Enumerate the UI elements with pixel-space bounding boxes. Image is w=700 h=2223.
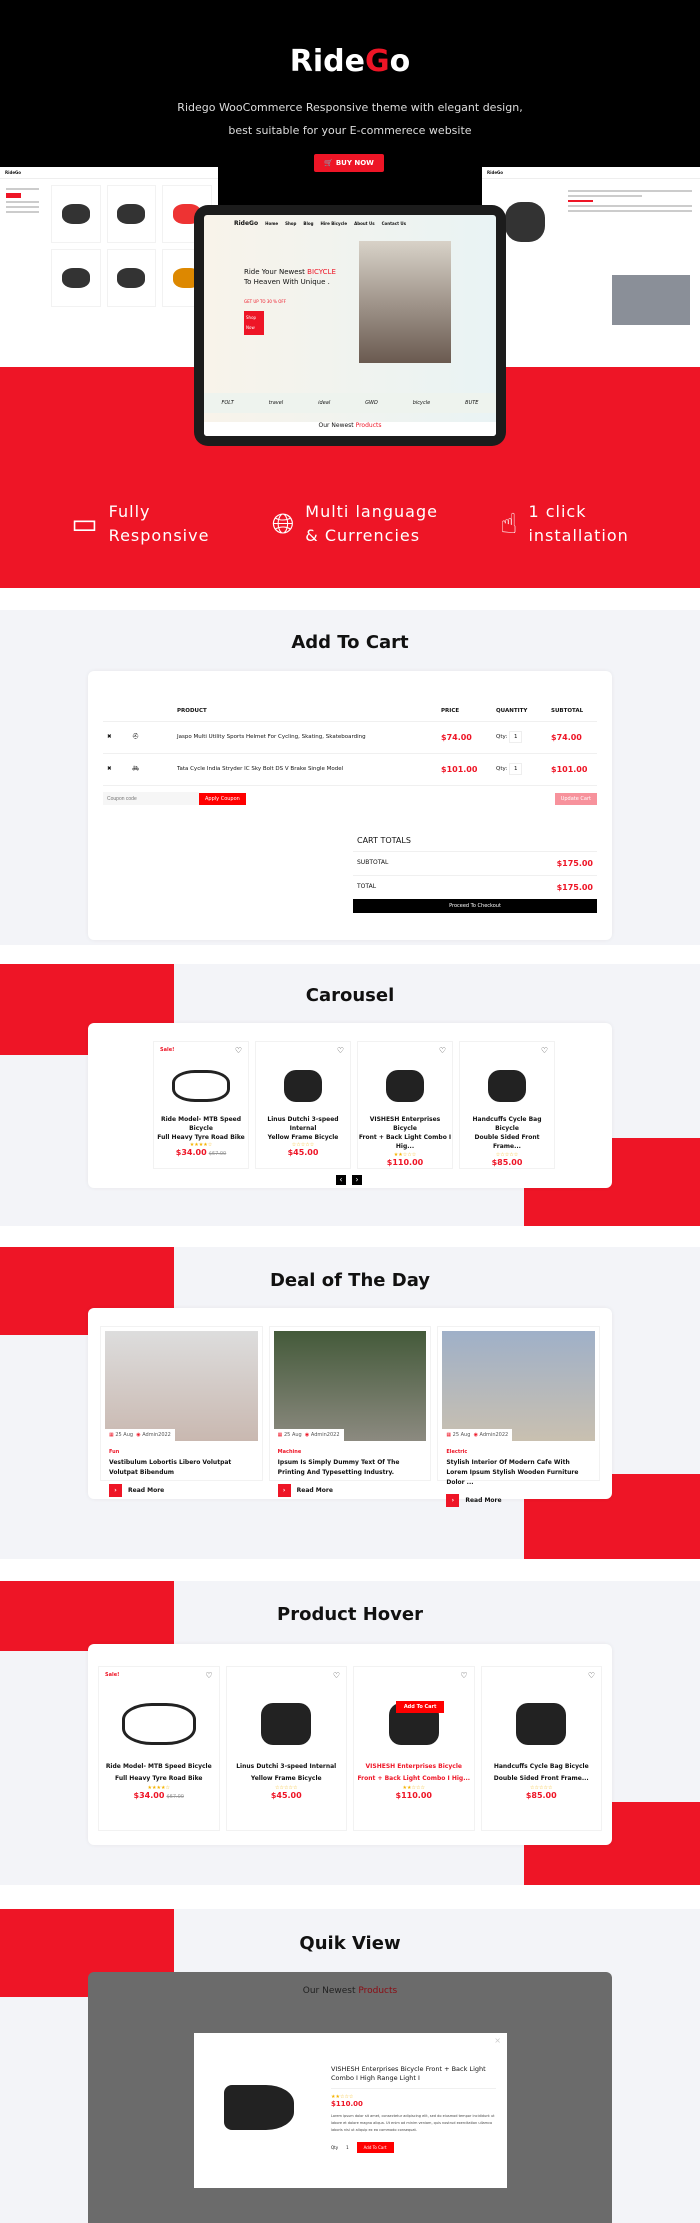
product-image	[377, 1687, 451, 1761]
remove-icon[interactable]: ✖	[103, 721, 128, 754]
calendar-icon: ▦	[277, 1432, 283, 1438]
features-row: ▭ Fully Responsive 🌐︎ Multi language & Curre…	[0, 500, 700, 548]
qty-input[interactable]: 1	[346, 2145, 349, 2150]
product-card[interactable]: ♡ VISHESH Enterprises Bicycle Front + Bac…	[357, 1041, 453, 1169]
wishlist-heart-icon[interactable]: ♡	[333, 1671, 340, 1680]
hero-photo	[359, 241, 451, 363]
ridego-logo: RideGo	[289, 44, 411, 79]
qty-input[interactable]: 1	[508, 763, 523, 775]
remove-icon[interactable]: ✖	[103, 753, 128, 786]
blog-post-image: ▦ 25 Aug ◉ Admin2022	[273, 1331, 427, 1441]
cart-row: ✖ ⛑ Jaspo Multi Utility Sports Helmet For …	[103, 721, 597, 754]
product-card[interactable]: ♡ Add To Cart VISHESH Enterprises Bicycl…	[353, 1666, 475, 1831]
cart-card: PRODUCT PRICE QUANTITY SUBTOTAL ✖ ⛑ Jaspo Mul…	[88, 671, 612, 940]
update-cart-button[interactable]: Update Cart	[554, 792, 597, 805]
user-icon: ◉	[304, 1432, 310, 1438]
tap-icon: ☝︎	[500, 507, 519, 540]
blog-post-card: ▦ 25 Aug ◉ Admin2022 Fun Vestibulum Lobo…	[100, 1326, 263, 1497]
qty-input[interactable]: 1	[508, 731, 523, 743]
product-card[interactable]: Sale! ♡ Ride Model- MTB Speed Bicycle Ful…	[98, 1666, 220, 1831]
close-icon[interactable]: ×	[494, 2036, 501, 2045]
tagline: Ridego WooCommerce Responsive theme with…	[177, 101, 523, 137]
user-icon: ◉	[136, 1432, 141, 1438]
product-image	[172, 1057, 230, 1115]
devices-icon: ▭	[71, 507, 99, 540]
feature-responsive: ▭ Fully Responsive	[71, 502, 210, 545]
section-title: Add To Cart	[291, 632, 409, 653]
checkout-button[interactable]: Proceed To Checkout	[353, 898, 597, 913]
product-card[interactable]: ♡ Handcuffs Cycle Bag Bicycle Double Side…	[459, 1041, 555, 1169]
cart-icon: 🛒	[324, 159, 333, 167]
chevron-right-icon: ›	[446, 1494, 460, 1507]
hover-card: Sale! ♡ Ride Model- MTB Speed Bicycle Ful…	[88, 1644, 612, 1845]
product-card[interactable]: Sale! ♡ Ride Model- MTB Speed Bicycle Ful…	[153, 1041, 249, 1169]
product-image	[504, 1687, 578, 1761]
blog-post-image: ▦ 25 Aug ◉ Admin2022	[105, 1331, 258, 1441]
add-to-cart-button[interactable]: Add To Cart	[395, 1701, 445, 1713]
wishlist-heart-icon[interactable]: ♡	[588, 1671, 595, 1680]
blog-post-card: ▦ 25 Aug ◉ Admin2022 Machine Ipsum Is Si…	[268, 1326, 432, 1497]
coupon-input[interactable]	[103, 792, 199, 805]
read-more-link[interactable]: › Read More	[277, 1484, 423, 1497]
shop-page-preview: RideGo	[0, 167, 218, 367]
section-title: Quik View	[299, 1933, 401, 1954]
next-arrow[interactable]: ›	[352, 1175, 362, 1185]
feature-one-click: ☝︎ 1 click installation	[500, 502, 629, 545]
add-to-cart-button[interactable]: Add To Cart	[356, 2142, 394, 2153]
deal-card: ▦ 25 Aug ◉ Admin2022 Fun Vestibulum Lobo…	[88, 1308, 612, 1507]
feature-multilanguage: 🌐︎ Multi language & Currencies	[271, 502, 438, 545]
section-title: Carousel	[305, 985, 395, 1006]
carousel-card: Sale! ♡ Ride Model- MTB Speed Bicycle Ful…	[88, 1023, 612, 1188]
wishlist-heart-icon[interactable]: ♡	[541, 1046, 548, 1055]
wishlist-heart-icon[interactable]: ♡	[235, 1046, 242, 1055]
helmet-thumb: ⛑	[128, 721, 173, 754]
user-icon: ◉	[473, 1432, 478, 1438]
hero-banner: RideGo Ridego WooCommerce Responsive the…	[0, 0, 700, 588]
chevron-right-icon: ›	[277, 1484, 291, 1497]
product-card[interactable]: ♡ Linus Dutchi 3-speed Internal Yellow Fr…	[225, 1666, 347, 1831]
tablet-mockup: RideGo Home Shop Blog Hire Bicycle About Us Co…	[194, 205, 506, 446]
blog-post-image: ▦ 25 Aug ◉ Admin2022	[442, 1331, 596, 1441]
product-image	[478, 1057, 536, 1115]
section-title: Product Hover	[277, 1604, 423, 1625]
product-image	[274, 1057, 332, 1115]
wishlist-heart-icon[interactable]: ♡	[337, 1046, 344, 1055]
product-page-preview: RideGo	[482, 167, 700, 367]
wishlist-heart-icon[interactable]: ♡	[460, 1671, 467, 1680]
globe-icon: 🌐︎	[271, 507, 296, 540]
apply-coupon-button[interactable]: Apply Coupon	[199, 792, 246, 805]
product-card[interactable]: ♡ Handcuffs Cycle Bag Bicycle Double Side…	[480, 1666, 602, 1831]
buy-now-button[interactable]: 🛒 BUY NOW	[314, 154, 384, 172]
chevron-right-icon: ›	[109, 1484, 122, 1497]
bike-light-image	[224, 2085, 294, 2130]
wishlist-heart-icon[interactable]: ♡	[439, 1046, 446, 1055]
product-image	[121, 1687, 196, 1761]
cart-row: ✖ 🚲︎ Tata Cycle India Stryder IC Sky Bolt …	[103, 753, 597, 786]
product-image	[376, 1057, 434, 1115]
cart-table: PRODUCT PRICE QUANTITY SUBTOTAL ✖ ⛑ Jaspo Mul…	[103, 701, 597, 786]
product-image	[249, 1687, 323, 1761]
product-card[interactable]: ♡ Linus Dutchi 3-speed Internal Yellow Fr…	[255, 1041, 351, 1169]
calendar-icon: ▦	[109, 1432, 114, 1438]
quick-view-modal: × VISHESH Enterprises Bicycle Front + Ba…	[194, 2033, 507, 2188]
blog-post-card: ▦ 25 Aug ◉ Admin2022 Electric Stylish In…	[437, 1326, 601, 1507]
bicycle-thumb: 🚲︎	[128, 753, 173, 786]
read-more-link[interactable]: › Read More	[446, 1494, 591, 1507]
prev-arrow[interactable]: ‹	[336, 1175, 346, 1185]
wishlist-heart-icon[interactable]: ♡	[205, 1671, 212, 1680]
section-title: Deal of The Day	[269, 1270, 431, 1291]
calendar-icon: ▦	[446, 1432, 452, 1438]
read-more-link[interactable]: › Read More	[109, 1484, 254, 1497]
